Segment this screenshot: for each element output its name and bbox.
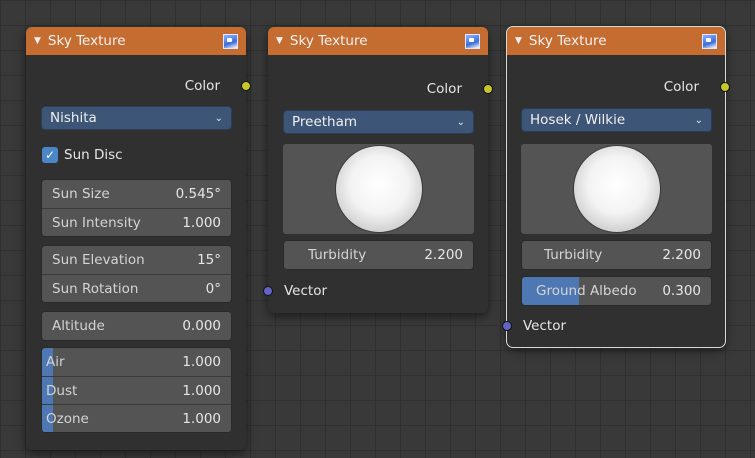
sun-disc-toggle[interactable]: ✓ Sun Disc xyxy=(42,147,123,163)
field-label: Sun Size xyxy=(52,186,110,202)
field-value: 1.000 xyxy=(182,382,221,399)
sky-type-value: Nishita xyxy=(50,110,97,126)
sky-preview-sphere xyxy=(573,146,660,232)
output-label: Color xyxy=(663,79,699,95)
field-label: Altitude xyxy=(52,318,105,334)
output-label: Color xyxy=(426,81,462,97)
field-label: Air xyxy=(46,354,65,370)
vector-input-socket[interactable] xyxy=(502,321,512,331)
sun-disc-label: Sun Disc xyxy=(64,147,123,163)
sky-texture-node-nishita[interactable]: ▼ Sky Texture Color Nishita ⌄ ✓ Sun Disc… xyxy=(26,27,251,450)
field-value: 0.000 xyxy=(182,318,221,334)
sky-type-dropdown[interactable]: Preetham ⌄ xyxy=(283,110,474,134)
sun-size-group: Sun Size 0.545° Sun Intensity 1.000 xyxy=(41,179,232,237)
dust-slider[interactable]: Dust 1.000 xyxy=(42,376,231,404)
node-header[interactable]: ▼ Sky Texture xyxy=(26,27,246,55)
sky-preview xyxy=(283,144,474,234)
chevron-down-icon: ⌄ xyxy=(456,116,465,128)
chevron-down-icon: ⌄ xyxy=(214,112,223,124)
chevron-down-icon: ⌄ xyxy=(694,114,703,126)
field-value: 1.000 xyxy=(182,214,221,231)
sun-intensity-field[interactable]: Sun Intensity 1.000 xyxy=(42,208,231,236)
node-header[interactable]: ▼ Sky Texture xyxy=(268,27,488,55)
field-label: Sun Elevation xyxy=(52,252,145,268)
input-label: Vector xyxy=(523,318,567,334)
sky-preview-sphere xyxy=(335,146,422,232)
altitude-field[interactable]: Altitude 0.000 xyxy=(42,312,231,340)
turbidity-group: Turbidity 2.200 xyxy=(521,240,712,270)
field-value: 1.000 xyxy=(182,354,221,370)
field-label: Ground Albedo xyxy=(536,283,637,299)
sun-angles-group: Sun Elevation 15° Sun Rotation 0° xyxy=(41,245,232,303)
field-label: Sun Intensity xyxy=(52,214,141,231)
color-output-socket[interactable] xyxy=(720,82,730,92)
turbidity-field[interactable]: Turbidity 2.200 xyxy=(522,241,711,269)
sky-type-dropdown[interactable]: Hosek / Wilkie ⌄ xyxy=(521,108,712,132)
field-value: 0.300 xyxy=(662,283,701,299)
color-output-socket[interactable] xyxy=(241,81,251,91)
altitude-group: Altitude 0.000 xyxy=(41,311,232,341)
image-preview-icon[interactable] xyxy=(465,33,480,49)
turbidity-group: Turbidity 2.200 xyxy=(283,240,474,270)
field-label: Dust xyxy=(46,382,78,399)
vector-input-row: Vector xyxy=(284,283,327,299)
output-color-row: Color xyxy=(26,75,251,97)
image-preview-icon[interactable] xyxy=(702,33,717,49)
node-title: Sky Texture xyxy=(528,33,607,49)
output-label: Color xyxy=(184,78,220,94)
field-value: 2.200 xyxy=(424,247,463,263)
ozone-slider[interactable]: Ozone 1.000 xyxy=(42,404,231,432)
image-preview-icon[interactable] xyxy=(223,33,238,49)
color-output-socket[interactable] xyxy=(483,84,493,94)
node-title: Sky Texture xyxy=(289,33,368,49)
sky-preview xyxy=(521,144,712,234)
node-title: Sky Texture xyxy=(47,33,126,49)
field-label: Turbidity xyxy=(308,247,367,263)
sky-texture-node-hosek-wilkie[interactable]: ▼ Sky Texture Color Hosek / Wilkie ⌄ Tur… xyxy=(502,26,730,348)
sky-type-value: Hosek / Wilkie xyxy=(530,112,626,128)
field-label: Ozone xyxy=(46,410,89,427)
field-value: 2.200 xyxy=(662,247,701,263)
sky-type-dropdown[interactable]: Nishita ⌄ xyxy=(41,106,232,130)
ground-albedo-slider[interactable]: Ground Albedo 0.300 xyxy=(522,277,711,305)
output-color-row: Color xyxy=(268,78,493,100)
ground-albedo-group: Ground Albedo 0.300 xyxy=(521,276,712,306)
collapse-triangle-icon[interactable]: ▼ xyxy=(276,36,283,46)
turbidity-field[interactable]: Turbidity 2.200 xyxy=(284,241,473,269)
field-value: 1.000 xyxy=(182,410,221,427)
field-label: Turbidity xyxy=(544,247,603,263)
output-color-row: Color xyxy=(507,76,730,98)
node-header[interactable]: ▼ Sky Texture xyxy=(507,27,725,55)
air-slider[interactable]: Air 1.000 xyxy=(42,348,231,376)
sun-size-field[interactable]: Sun Size 0.545° xyxy=(42,180,231,208)
collapse-triangle-icon[interactable]: ▼ xyxy=(34,36,41,46)
field-value: 0.545° xyxy=(175,186,221,202)
field-value: 15° xyxy=(197,252,221,268)
sun-elevation-field[interactable]: Sun Elevation 15° xyxy=(42,246,231,274)
vector-input-socket[interactable] xyxy=(263,286,273,296)
field-label: Sun Rotation xyxy=(52,280,139,297)
sky-texture-node-preetham[interactable]: ▼ Sky Texture Color Preetham ⌄ Turbidity… xyxy=(263,27,493,313)
sun-rotation-field[interactable]: Sun Rotation 0° xyxy=(42,274,231,302)
checkbox-checked-icon[interactable]: ✓ xyxy=(42,147,58,163)
collapse-triangle-icon[interactable]: ▼ xyxy=(515,36,522,46)
vector-input-row: Vector xyxy=(523,318,566,334)
sky-type-value: Preetham xyxy=(292,114,358,130)
atmosphere-group: Air 1.000 Dust 1.000 Ozone 1.000 xyxy=(41,347,232,433)
input-label: Vector xyxy=(284,283,328,299)
field-value: 0° xyxy=(205,280,221,297)
